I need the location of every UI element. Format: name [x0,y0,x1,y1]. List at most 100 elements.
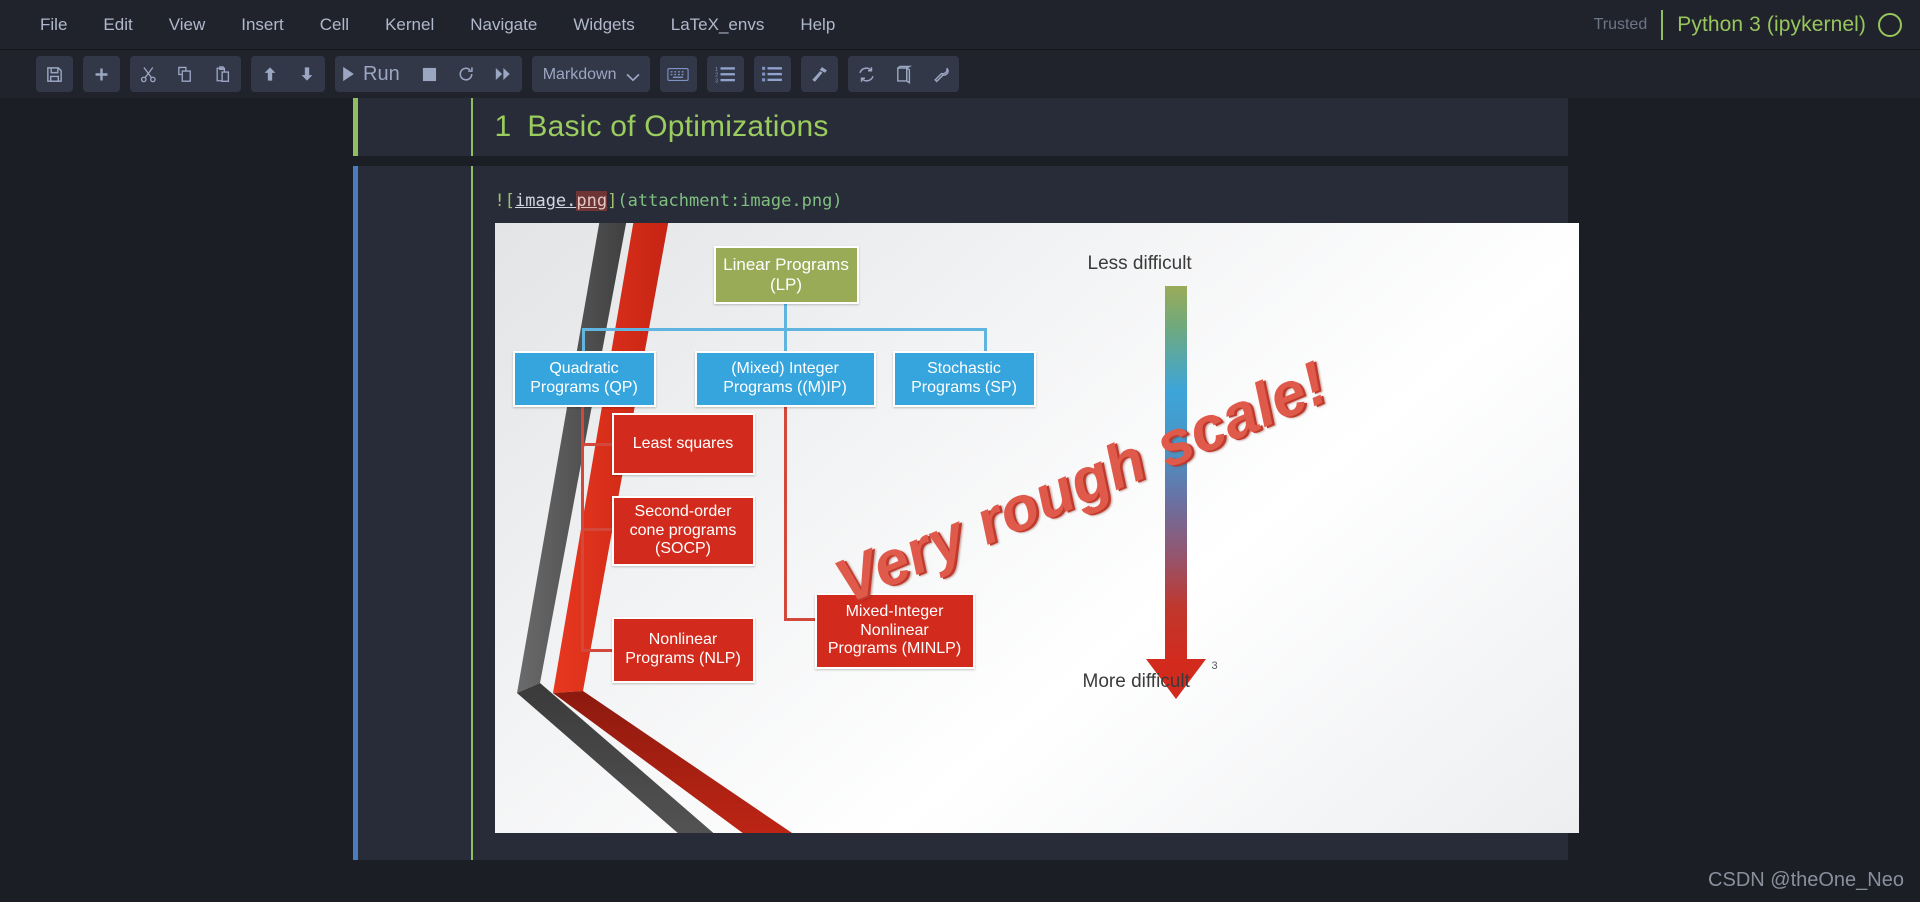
cell-type-select[interactable]: Markdown [531,56,650,92]
restart-icon [459,67,473,81]
menubar-divider [1661,10,1664,40]
toolbar-group-nbext [800,56,838,92]
restart-kernel-button[interactable] [448,56,485,92]
notebook-cell-heading[interactable]: 1 Basic of Optimizations [352,98,1568,156]
box-linear-programs: Linear Programs (LP) [713,245,859,304]
box-nlp-line1: Nonlinear [648,631,718,649]
numbered-toc-button[interactable]: 1 2 3 [707,56,744,92]
markdown-source-editor[interactable]: ![image.png](attachment:image.png) [471,166,1603,223]
page-title: 1 Basic of Optimizations [495,110,829,144]
box-minlp-line3: Programs (MINLP) [827,640,962,658]
notebook-cell-markdown[interactable]: ![image.png](attachment:image.png) Linea… [352,166,1579,860]
box-minlp-line2: Nonlinear [860,621,929,639]
heading-number: 1 [494,110,512,143]
insert-cell-below-button[interactable] [83,56,120,92]
move-cell-up-button[interactable] [251,56,288,92]
box-mip-line1: (Mixed) Integer [731,360,839,378]
box-least-squares: Least squares [611,412,755,475]
menu-file[interactable]: File [22,9,85,41]
menu-insert[interactable]: Insert [223,9,302,41]
box-qp-line2: Programs (QP) [530,378,638,396]
toolbar-group-numbered-toc: 1 2 3 [706,56,744,92]
latex-help-button[interactable] [885,56,922,92]
md-token-bracket: ] [607,191,618,211]
toolbar-group-palette [659,56,697,92]
box-mixed-integer-programs: (Mixed) Integer Programs ((M)IP) [694,350,876,407]
cut-button[interactable] [130,56,167,92]
latex-refresh-button[interactable] [848,56,885,92]
kernel-idle-circle-icon[interactable] [1878,13,1902,37]
cell-prompt-area [353,98,471,156]
md-token-target: (attachment:image.png) [617,191,843,211]
nbextensions-edit-button[interactable] [801,56,838,92]
cell-selection-bar [352,98,358,156]
box-socp-line1: Second-order [634,502,732,520]
cell-content-markdown[interactable]: ![image.png](attachment:image.png) Linea… [471,166,1603,860]
toolbar: Run Markdown 1 2 3 [0,50,1920,98]
table-of-contents-button[interactable] [754,56,791,92]
heading-title: Basic of Optimizations [527,110,829,143]
box-ls-line1: Least squares [632,434,734,452]
play-icon [343,66,354,82]
optimization-hierarchy-slide: Linear Programs (LP) Quadratic Programs … [494,222,1579,833]
run-button-label: Run [363,62,400,85]
kernel-name-label: Python 3 (ipykernel) [1677,13,1866,36]
menu-view[interactable]: View [151,9,224,41]
cell-type-select-wrapper: Markdown [531,56,650,92]
menu-item-list: File Edit View Insert Cell Kernel Naviga… [22,9,853,41]
menu-edit[interactable]: Edit [85,9,150,41]
menu-help[interactable]: Help [782,9,853,41]
box-quadratic-programs: Quadratic Programs (QP) [512,350,656,407]
box-sp-line1: Stochastic [927,360,1001,378]
svg-text:3: 3 [715,79,718,83]
connector-nlp-stub [580,648,612,652]
latex-config-button[interactable] [922,56,959,92]
command-palette-button[interactable] [660,56,697,92]
box-socp-line3: (SOCP) [655,540,711,558]
box-socp: Second-order cone programs (SOCP) [611,495,755,566]
md-token-linktext-a: image. [514,191,577,211]
connector-mip-spine [783,400,787,621]
box-minlp: Mixed-Integer Nonlinear Programs (MINLP) [814,592,975,669]
fast-forward-icon [496,68,510,80]
trusted-badge: Trusted [1593,16,1648,33]
cell-content-heading[interactable]: 1 Basic of Optimizations [471,98,1568,156]
interrupt-kernel-button[interactable] [411,56,448,92]
menu-kernel[interactable]: Kernel [367,9,452,41]
markdown-attachment-image: Linear Programs (LP) Quadratic Programs … [471,222,1603,847]
notebook-area[interactable]: 1 Basic of Optimizations ![image.png](att… [0,98,1920,902]
restart-and-run-all-button[interactable] [485,56,522,92]
menu-cell[interactable]: Cell [302,9,367,41]
connector-minlp-stub [783,617,815,621]
move-cell-down-button[interactable] [288,56,325,92]
toolbar-group-save [36,56,73,92]
paste-button[interactable] [204,56,241,92]
cell-prompt-area-2 [353,166,471,860]
connector-ls-stub [580,442,612,446]
toolbar-group-insert [83,56,120,92]
kernel-status-area: Trusted Python 3 (ipykernel) [1594,0,1902,50]
menu-latex-envs[interactable]: LaTeX_envs [653,9,783,41]
refresh-icon [859,66,874,82]
cell-inner-divider-2 [470,166,473,860]
box-nlp-line2: Programs (NLP) [625,649,741,667]
connector-socp-stub [580,527,612,531]
toolbar-group-run: Run [335,56,522,92]
toolbar-group-clipboard [130,56,241,92]
md-token-prefix: ![ [494,191,515,211]
scale-bottom-label: More difficult [1082,670,1190,692]
save-button[interactable] [36,56,73,92]
copy-button[interactable] [167,56,204,92]
menu-widgets[interactable]: Widgets [555,9,652,41]
slide-page-number: 3 [1211,659,1218,672]
box-stochastic-programs: Stochastic Programs (SP) [892,350,1036,407]
run-button[interactable]: Run [335,56,411,92]
menu-navigate[interactable]: Navigate [452,9,555,41]
box-lp-line2: (LP) [769,274,803,294]
wrench-icon [933,67,949,82]
hammer-icon [811,66,827,82]
book-icon [896,65,912,84]
md-token-linktext-b: png [576,191,608,211]
box-socp-line2: cone programs [629,521,737,539]
watermark-label: CSDN @theOne_Neo [1708,869,1904,891]
